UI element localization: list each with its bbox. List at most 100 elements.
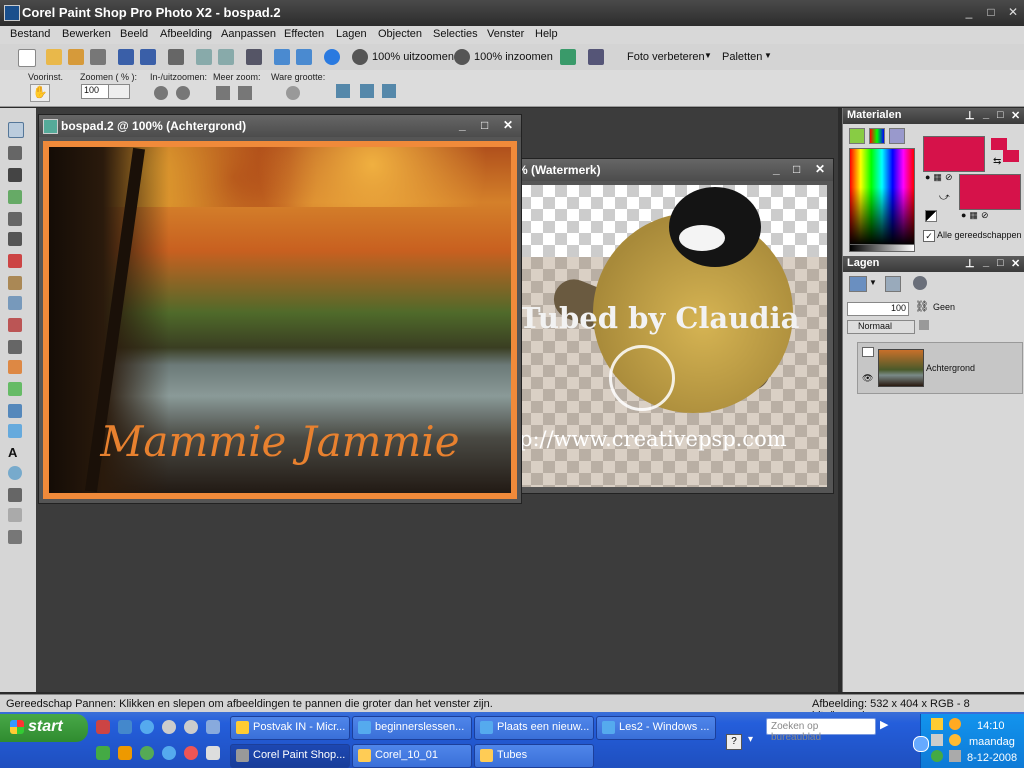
pen-tool-icon[interactable] [8,488,22,502]
task-corel-folder[interactable]: Corel_10_01 [352,744,472,768]
red-eye-tool-icon[interactable] [8,254,22,268]
save-as-icon[interactable] [140,49,156,65]
task-postvak[interactable]: Postvak IN - Micr... [230,716,350,740]
help-icon[interactable]: ? [726,734,742,750]
document-window-watermark[interactable]: % (Watermerk) _ □ ✕ Tubed by Claudia p:/… [512,158,834,494]
ie-icon[interactable] [140,720,154,734]
move-tool-icon[interactable] [8,146,22,160]
layer-row[interactable]: 👁 Achtergrond [857,342,1023,394]
task-corel-paint-shop[interactable]: Corel Paint Shop... [230,744,350,768]
task-les2[interactable]: Les2 - Windows ... [596,716,716,740]
makeover-tool-icon[interactable] [8,276,22,290]
bg-style-icons[interactable]: ●▦⊘ [961,210,991,221]
mesh-warp-icon[interactable] [8,530,22,544]
zoom-out-100-button[interactable]: 100% uitzoomen [372,51,454,63]
watermark-canvas[interactable]: Tubed by Claudia p://www.creativepsp.com [519,185,827,487]
flood-fill-icon[interactable] [8,404,22,418]
palettes-menu[interactable]: Paletten [722,51,762,63]
actual-size-icon[interactable] [286,86,300,100]
menu-beeld[interactable]: Beeld [120,28,148,40]
layer-name[interactable]: Achtergrond [926,363,975,373]
chevron-down-icon[interactable]: ▼ [869,278,877,287]
rainbow-tab-icon[interactable] [869,128,885,144]
doc-minimize-button[interactable]: _ [459,118,466,132]
fg-style-icons[interactable]: ●▦⊘ [925,172,955,183]
straighten-tool-icon[interactable] [8,232,22,246]
fit-window-icon[interactable] [336,84,350,98]
doc-maximize-button[interactable]: □ [793,162,800,176]
quicklaunch-icon[interactable] [184,720,198,734]
ie-icon[interactable] [162,746,176,760]
picture-tube-icon[interactable] [8,424,22,438]
quicklaunch-icon[interactable] [96,720,110,734]
color-replacer-icon[interactable] [8,382,22,396]
layer-group-icon[interactable] [862,347,874,357]
panel-max-button[interactable]: □ [997,109,1004,121]
quicklaunch-icon[interactable] [96,746,110,760]
quicklaunch-icon[interactable] [140,746,154,760]
tray-icon[interactable] [931,718,943,730]
zoom-in-icon[interactable] [154,86,168,100]
bg-mini-swatch[interactable] [1003,150,1019,162]
fit-image-icon[interactable] [360,84,374,98]
zoom-out-icon[interactable] [176,86,190,100]
menu-venster[interactable]: Venster [487,28,524,40]
browse-icon[interactable] [68,49,84,65]
search-go-icon[interactable]: ▶ [880,718,896,735]
link-icon[interactable]: ⛓ [915,300,929,313]
retouch-tool-icon[interactable] [8,360,22,374]
panel-min-button[interactable]: _ [983,256,989,268]
doc-close-button[interactable]: ✕ [815,162,825,176]
quicklaunch-icon[interactable] [118,720,132,734]
crop-icon[interactable] [246,49,262,65]
quicklaunch-icon[interactable] [118,746,132,760]
tray-icon[interactable] [949,718,961,730]
redo-icon[interactable] [218,49,234,65]
panel-close-button[interactable]: ✕ [1011,109,1020,122]
swap-colors-icon[interactable]: ⇆ [993,156,1001,167]
zoom-percent-input[interactable]: 100 [81,84,111,99]
tray-icon[interactable] [949,734,961,746]
zoom-out-icon[interactable] [352,49,368,65]
frame-tab-icon[interactable] [849,128,865,144]
panel-min-button[interactable]: _ [983,108,989,120]
network-icon[interactable] [931,734,943,746]
menu-afbeelding[interactable]: Afbeelding [160,28,212,40]
zoom-less-icon[interactable] [238,86,252,100]
tray-expand-icon[interactable] [913,736,929,752]
clone-tool-icon[interactable] [8,296,22,310]
pan-tool-icon[interactable] [8,122,24,138]
layer-opacity-input[interactable]: 100 [847,302,909,316]
info-icon[interactable] [324,49,340,65]
menu-bestand[interactable]: Bestand [10,28,50,40]
tray-icon[interactable] [931,750,943,762]
learning-center-icon[interactable] [560,49,576,65]
pan-hand-icon[interactable]: ✋ [30,84,50,102]
color-spectrum-picker[interactable] [849,148,915,246]
swap-arrow-icon[interactable]: ⤻ [939,192,950,203]
paint-brush-icon[interactable] [8,318,22,332]
lock-icon[interactable] [919,320,929,330]
print-icon[interactable] [168,49,184,65]
maximize-button[interactable]: □ [982,4,1000,20]
paste-icon[interactable] [296,49,312,65]
menu-selecties[interactable]: Selecties [433,28,478,40]
menu-help[interactable]: Help [535,28,558,40]
all-tools-checkbox[interactable]: ✓ [923,230,935,242]
doc-minimize-button[interactable]: _ [773,162,780,176]
layer-gear-icon[interactable] [913,276,927,290]
close-button[interactable]: ✕ [1004,4,1022,20]
panel-pin-icon[interactable]: ⊥ [965,109,975,122]
fg-mini-swatch[interactable] [991,138,1007,150]
task-tubes-folder[interactable]: Tubes [474,744,594,768]
desktop-search-input[interactable]: Zoeken op bureaublad [766,718,876,743]
warp-brush-icon[interactable] [8,508,22,522]
menu-lagen[interactable]: Lagen [336,28,367,40]
panel-pin-icon[interactable]: ⊥ [965,257,975,270]
grayscale-strip[interactable] [849,244,915,252]
zoom-spinner[interactable] [108,84,130,99]
zoom-in-100-button[interactable]: 100% inzoomen [474,51,553,63]
menu-effecten[interactable]: Effecten [284,28,324,40]
quicklaunch-icon[interactable] [206,720,220,734]
eraser-tool-icon[interactable] [8,340,22,354]
